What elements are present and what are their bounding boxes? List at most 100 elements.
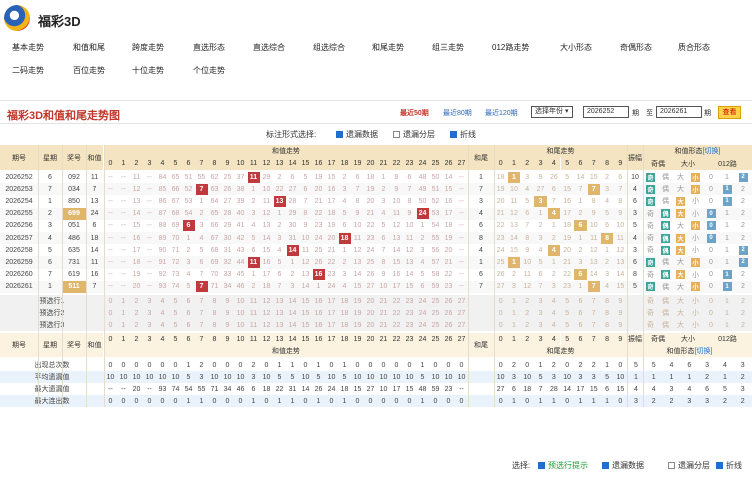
preselect-sum-cell[interactable]: 3 (143, 319, 156, 331)
preselect-sum-cell[interactable]: 19 (351, 319, 364, 331)
preselect-tail-cell[interactable]: 0 (494, 319, 507, 331)
preselect-sum-cell[interactable]: 23 (403, 319, 416, 331)
range-link-80[interactable]: 最近80期 (443, 108, 472, 118)
preselect-sum-cell[interactable]: 24 (416, 307, 429, 319)
preselect-sum-cell[interactable]: 15 (299, 295, 312, 307)
bottom-option[interactable]: 折线 (716, 460, 742, 471)
preselect-sum-cell[interactable]: 26 (442, 295, 455, 307)
nav-link[interactable]: 组选综合 (313, 42, 345, 53)
preselect-tail-cell[interactable]: 7 (587, 295, 600, 307)
preselect-oe[interactable]: 奇 (643, 319, 658, 331)
preselect-sum-cell[interactable]: 5 (169, 295, 182, 307)
nav-link[interactable]: 直选综合 (253, 42, 285, 53)
preselect-012[interactable]: 1 (719, 295, 735, 307)
preselect-012[interactable]: 0 (703, 295, 719, 307)
preselect-sum-cell[interactable]: 11 (247, 307, 260, 319)
preselect-sum-cell[interactable]: 17 (325, 307, 338, 319)
preselect-sum-cell[interactable]: 1 (117, 307, 130, 319)
nav-link[interactable]: 跨度走势 (132, 42, 164, 53)
nav-link[interactable]: 和值和尾 (73, 42, 105, 53)
switch-link[interactable]: [切换] (703, 146, 721, 156)
preselect-sum-cell[interactable]: 14 (286, 307, 299, 319)
mark-option-omit[interactable]: 遗漏数据 (336, 129, 378, 140)
preselect-sum-cell[interactable]: 24 (416, 295, 429, 307)
preselect-sum-cell[interactable]: 4 (156, 307, 169, 319)
preselect-sum-cell[interactable]: 11 (247, 319, 260, 331)
preselect-sum-cell[interactable]: 0 (104, 295, 117, 307)
preselect-sum-cell[interactable]: 13 (273, 295, 286, 307)
preselect-tail-cell[interactable]: 5 (561, 307, 574, 319)
preselect-012[interactable]: 2 (735, 307, 751, 319)
preselect-sum-cell[interactable]: 17 (325, 319, 338, 331)
preselect-tail-cell[interactable]: 2 (521, 319, 534, 331)
preselect-tail-cell[interactable]: 4 (547, 319, 560, 331)
preselect-sum-cell[interactable]: 26 (442, 319, 455, 331)
preselect-sum-cell[interactable]: 19 (351, 295, 364, 307)
preselect-sum-cell[interactable]: 9 (221, 295, 234, 307)
nav-link[interactable]: 基本走势 (12, 42, 44, 53)
preselect-sum-cell[interactable]: 21 (377, 319, 390, 331)
preselect-sum-cell[interactable]: 23 (403, 307, 416, 319)
preselect-tail-cell[interactable]: 8 (600, 307, 613, 319)
preselect-tail-cell[interactable]: 2 (521, 307, 534, 319)
nav-link[interactable]: 奇偶形态 (620, 42, 652, 53)
preselect-sum-cell[interactable]: 6 (182, 295, 195, 307)
preselect-sum-cell[interactable]: 21 (377, 295, 390, 307)
foot-switch-link[interactable]: [切换] (695, 346, 713, 356)
preselect-oe[interactable]: 偶 (658, 319, 673, 331)
bottom-option[interactable]: 预选行提示 (538, 460, 588, 471)
preselect-sum-cell[interactable]: 15 (299, 319, 312, 331)
preselect-tail-cell[interactable]: 2 (521, 295, 534, 307)
preselect-sum-cell[interactable]: 22 (390, 295, 403, 307)
preselect-sum-cell[interactable]: 10 (234, 319, 247, 331)
mark-option-line[interactable]: 折线 (450, 129, 476, 140)
preselect-tail-cell[interactable]: 9 (614, 307, 627, 319)
preselect-sum-cell[interactable]: 20 (364, 319, 377, 331)
preselect-sum-cell[interactable]: 6 (182, 307, 195, 319)
preselect-bs[interactable]: 小 (688, 307, 703, 319)
preselect-bs[interactable]: 大 (673, 295, 688, 307)
preselect-sum-cell[interactable]: 13 (273, 307, 286, 319)
preselect-sum-cell[interactable]: 16 (312, 319, 325, 331)
preselect-sum-cell[interactable]: 8 (208, 319, 221, 331)
preselect-sum-cell[interactable]: 22 (390, 307, 403, 319)
preselect-sum-cell[interactable]: 8 (208, 307, 221, 319)
preselect-sum-cell[interactable]: 24 (416, 319, 429, 331)
mark-option-layer[interactable]: 遗漏分层 (393, 129, 435, 140)
preselect-tail-cell[interactable]: 8 (600, 319, 613, 331)
from-issue-input[interactable]: 2026252 (583, 106, 629, 118)
preselect-sum-cell[interactable]: 10 (234, 307, 247, 319)
preselect-sum-cell[interactable]: 20 (364, 307, 377, 319)
preselect-sum-cell[interactable]: 12 (260, 295, 273, 307)
preselect-sum-cell[interactable]: 1 (117, 319, 130, 331)
col-issue[interactable]: 期号 (0, 145, 38, 170)
preselect-tail-cell[interactable]: 4 (547, 295, 560, 307)
preselect-sum-cell[interactable]: 21 (377, 307, 390, 319)
preselect-sum-cell[interactable]: 25 (429, 307, 442, 319)
preselect-sum-cell[interactable]: 7 (195, 295, 208, 307)
nav-link[interactable]: 百位走势 (73, 65, 105, 76)
preselect-012[interactable]: 0 (703, 307, 719, 319)
range-link-50[interactable]: 最近50期 (400, 108, 429, 118)
nav-link[interactable]: 个位走势 (193, 65, 225, 76)
preselect-sum-cell[interactable]: 9 (221, 307, 234, 319)
preselect-sum-cell[interactable]: 20 (364, 295, 377, 307)
preselect-012[interactable]: 2 (735, 295, 751, 307)
preselect-sum-cell[interactable]: 27 (455, 319, 468, 331)
query-button[interactable]: 查看 (718, 106, 741, 119)
preselect-oe[interactable]: 奇 (643, 295, 658, 307)
preselect-bs[interactable]: 小 (688, 295, 703, 307)
preselect-sum-cell[interactable]: 23 (403, 295, 416, 307)
preselect-sum-cell[interactable]: 18 (338, 319, 351, 331)
preselect-bs[interactable]: 小 (688, 319, 703, 331)
preselect-oe[interactable]: 偶 (658, 307, 673, 319)
preselect-tail-cell[interactable]: 7 (587, 319, 600, 331)
preselect-sum-cell[interactable]: 12 (260, 307, 273, 319)
preselect-sum-cell[interactable]: 13 (273, 319, 286, 331)
nav-link[interactable]: 十位走势 (132, 65, 164, 76)
preselect-012[interactable]: 2 (735, 319, 751, 331)
nav-link[interactable]: 012路走势 (492, 42, 529, 53)
preselect-sum-cell[interactable]: 14 (286, 295, 299, 307)
preselect-sum-cell[interactable]: 15 (299, 307, 312, 319)
preselect-sum-cell[interactable]: 2 (130, 307, 143, 319)
